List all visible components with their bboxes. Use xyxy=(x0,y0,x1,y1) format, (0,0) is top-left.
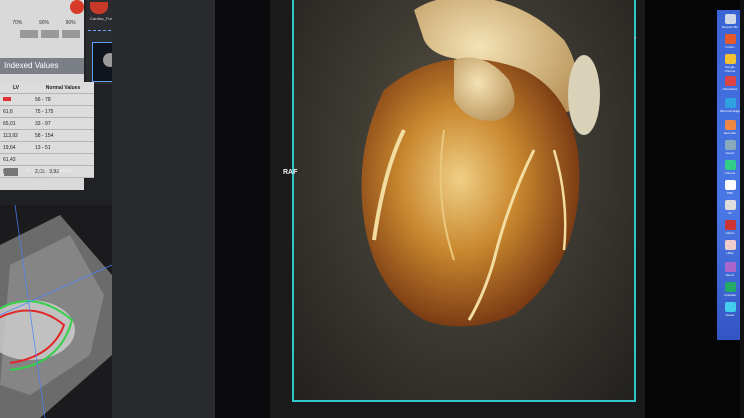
desktop-icon-label: Utility xyxy=(726,251,734,255)
table-cell: 33 - 97 xyxy=(32,117,94,130)
admin-icon xyxy=(724,220,736,230)
desktop-icon[interactable]: Microsoft Edge xyxy=(720,98,740,113)
bsa-label: BSA / m² xyxy=(38,182,54,187)
mri-slice-view[interactable] xyxy=(0,205,112,418)
column-header: Normal Values xyxy=(32,82,94,94)
recorder-icon xyxy=(724,120,736,130)
viewport-corner-marker: • xyxy=(634,36,637,42)
desktop-icon[interactable]: Admin xyxy=(720,220,740,235)
editor-icon xyxy=(724,76,736,86)
table-cell: 13 - 51 xyxy=(32,141,94,154)
table-row: 61,6 75 - 175 xyxy=(0,105,94,118)
desktop-icon-label: PDF xyxy=(727,191,733,195)
desktop-icon-label: Admin xyxy=(725,231,735,235)
unit-label: m xyxy=(26,168,31,174)
left-monitor-bezel xyxy=(112,0,215,418)
desktop-icon[interactable]: Recycle Bin xyxy=(720,14,740,29)
desktop-icon[interactable]: Chrome xyxy=(720,160,740,175)
firefox-icon xyxy=(724,34,736,44)
table-row: 56 - 78 xyxy=(0,93,94,106)
utility-icon xyxy=(724,240,736,250)
desktop-icon[interactable]: Firefox xyxy=(720,34,740,49)
table-cell: 61,43 xyxy=(0,153,33,166)
id-icon xyxy=(724,200,736,210)
recycle-bin-icon xyxy=(724,14,736,24)
server-icon xyxy=(724,140,736,150)
chrome-icon xyxy=(724,54,736,64)
table-cell: 65,01 xyxy=(0,117,33,130)
percent-label: 70% xyxy=(12,20,23,26)
chrome-icon xyxy=(724,160,736,170)
table-cell: 61,6 xyxy=(0,105,33,118)
table-cell: 56 - 78 xyxy=(32,93,94,106)
desktop-icon-label: Chrome xyxy=(724,171,736,175)
desktop-icon[interactable]: Viewer xyxy=(720,302,740,317)
column-header: LV xyxy=(0,82,33,94)
mri-slice-image xyxy=(0,205,112,418)
desktop-icon-label: Uploader xyxy=(723,293,737,297)
desktop-icon[interactable]: ID xyxy=(720,200,740,215)
desktop-icon-label: Recycle Bin xyxy=(722,25,738,29)
percent-label: 90% xyxy=(65,20,76,26)
table-cell: 113,92 xyxy=(0,129,33,142)
sex-label: Sex: xyxy=(38,168,49,174)
pdf-icon xyxy=(724,180,736,190)
height-field[interactable] xyxy=(4,168,18,176)
section-title: Indexed Values xyxy=(0,58,84,74)
table-cell xyxy=(32,153,94,166)
status-indicator-icon xyxy=(70,0,84,14)
desktop-icon-label: Viewer xyxy=(725,313,735,317)
desktop-icon-label: Recorder xyxy=(723,131,737,135)
desktop-icon[interactable]: Server xyxy=(720,262,740,277)
patient-info-row: m Sex: Female xyxy=(4,168,94,176)
level-bars xyxy=(20,30,80,38)
percent-label: 90% xyxy=(38,20,49,26)
desktop-icon[interactable]: Google Chrome xyxy=(720,54,740,73)
desktop-icon-label: Microsoft Edge xyxy=(720,109,741,113)
table-cell: 19,64 xyxy=(0,141,33,154)
orientation-label: RAF xyxy=(283,169,298,176)
heart-3d-render xyxy=(361,0,600,327)
edge-icon xyxy=(724,98,736,108)
server-icon xyxy=(724,262,736,272)
table-row: 65,01 33 - 97 xyxy=(0,117,94,130)
lv-status-icon xyxy=(0,93,33,106)
desktop-icon-label: Ultra Editor xyxy=(722,87,738,91)
desktop-icon-label: Server xyxy=(725,273,735,277)
viewer-icon xyxy=(724,302,736,312)
desktop-icon-label: Google Chrome xyxy=(724,65,736,73)
3d-render-viewport[interactable] xyxy=(292,0,636,402)
desktop-icon[interactable]: Uploader xyxy=(720,282,740,297)
desktop-icon[interactable]: Server xyxy=(720,140,740,155)
percent-row: 70% 90% 90% xyxy=(4,20,84,26)
desktop-icon-label: ID xyxy=(728,211,732,215)
desktop-icon[interactable]: Ultra Editor xyxy=(720,76,740,91)
table-row: 113,92 58 - 154 xyxy=(0,129,94,142)
desktop-icon[interactable]: PDF xyxy=(720,180,740,195)
desktop-icon-label: Firefox xyxy=(725,45,735,49)
indexed-values-table: LV Normal Values 56 - 78 61,6 75 - 175 6… xyxy=(0,82,94,178)
taskbar[interactable] xyxy=(740,0,744,418)
monitor-gap xyxy=(645,0,717,418)
table-row: 19,64 13 - 51 xyxy=(0,141,94,154)
monitor-gap xyxy=(215,0,270,418)
left-monitor: 70% 90% 90% Cardiac_Function_Global_Func… xyxy=(0,0,215,418)
table-header-row: LV Normal Values xyxy=(0,82,94,94)
uploader-icon xyxy=(724,282,736,292)
table-cell: 75 - 175 xyxy=(32,105,94,118)
table-cell: 58 - 154 xyxy=(32,129,94,142)
desktop-icon-label: Server xyxy=(725,151,735,155)
desktop-icon[interactable]: Utility xyxy=(720,240,740,255)
sex-value: Female xyxy=(56,168,73,174)
heart-thumbnail xyxy=(90,2,108,14)
desktop-icon[interactable]: Recorder xyxy=(720,120,740,135)
table-row: 61,43 xyxy=(0,153,94,166)
